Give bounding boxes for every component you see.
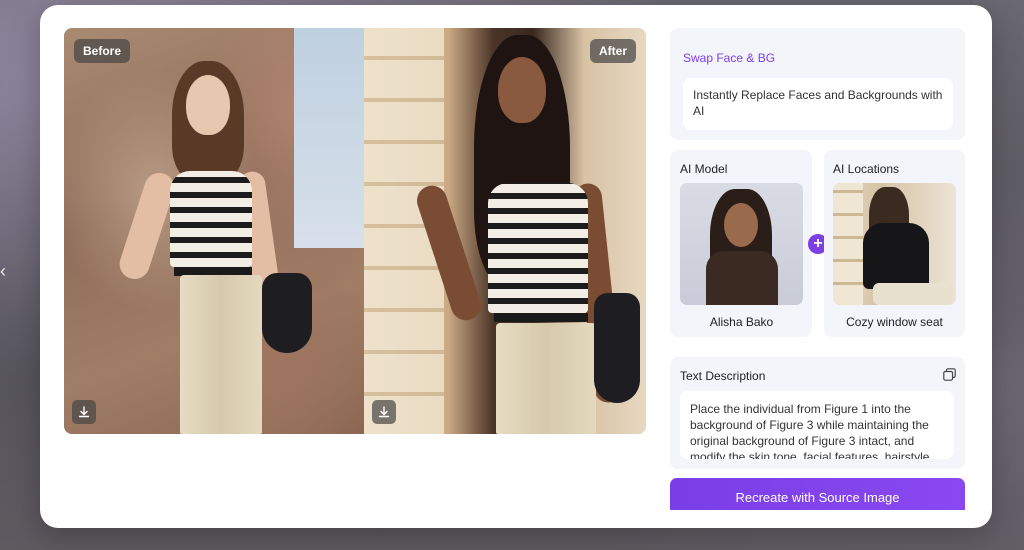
swap-face-description: Instantly Replace Faces and Backgrounds … xyxy=(683,78,953,130)
copy-icon[interactable] xyxy=(943,368,956,381)
ai-locations-title: AI Locations xyxy=(833,162,900,176)
before-model-figure xyxy=(114,53,344,434)
ai-model-name: Alisha Bako xyxy=(709,315,774,329)
swap-face-modal: Before After Swap Face & BG Instantly Re… xyxy=(40,5,992,528)
before-label: Before xyxy=(74,39,131,63)
ai-location-thumbnail[interactable] xyxy=(833,183,956,305)
recreate-with-source-image-button[interactable]: Recreate with Source Image xyxy=(670,478,965,510)
before-after-compare: Before After xyxy=(64,28,646,434)
text-description-title: Text Description xyxy=(680,369,766,383)
download-before-button[interactable] xyxy=(72,400,96,424)
ai-location-name: Cozy window seat xyxy=(846,315,943,329)
download-icon xyxy=(378,406,390,418)
download-after-button[interactable] xyxy=(372,400,396,424)
chevron-left-icon[interactable]: ‹ xyxy=(0,262,6,280)
ai-model-thumbnail[interactable] xyxy=(680,183,803,305)
after-model-figure xyxy=(404,33,644,434)
ai-model-title: AI Model xyxy=(680,162,728,176)
swap-face-title: Swap Face & BG xyxy=(683,51,776,65)
before-image xyxy=(64,28,364,434)
after-image xyxy=(364,28,646,434)
after-label: After xyxy=(589,39,636,63)
download-icon xyxy=(78,406,90,418)
text-description-field[interactable]: Place the individual from Figure 1 into … xyxy=(680,391,954,459)
